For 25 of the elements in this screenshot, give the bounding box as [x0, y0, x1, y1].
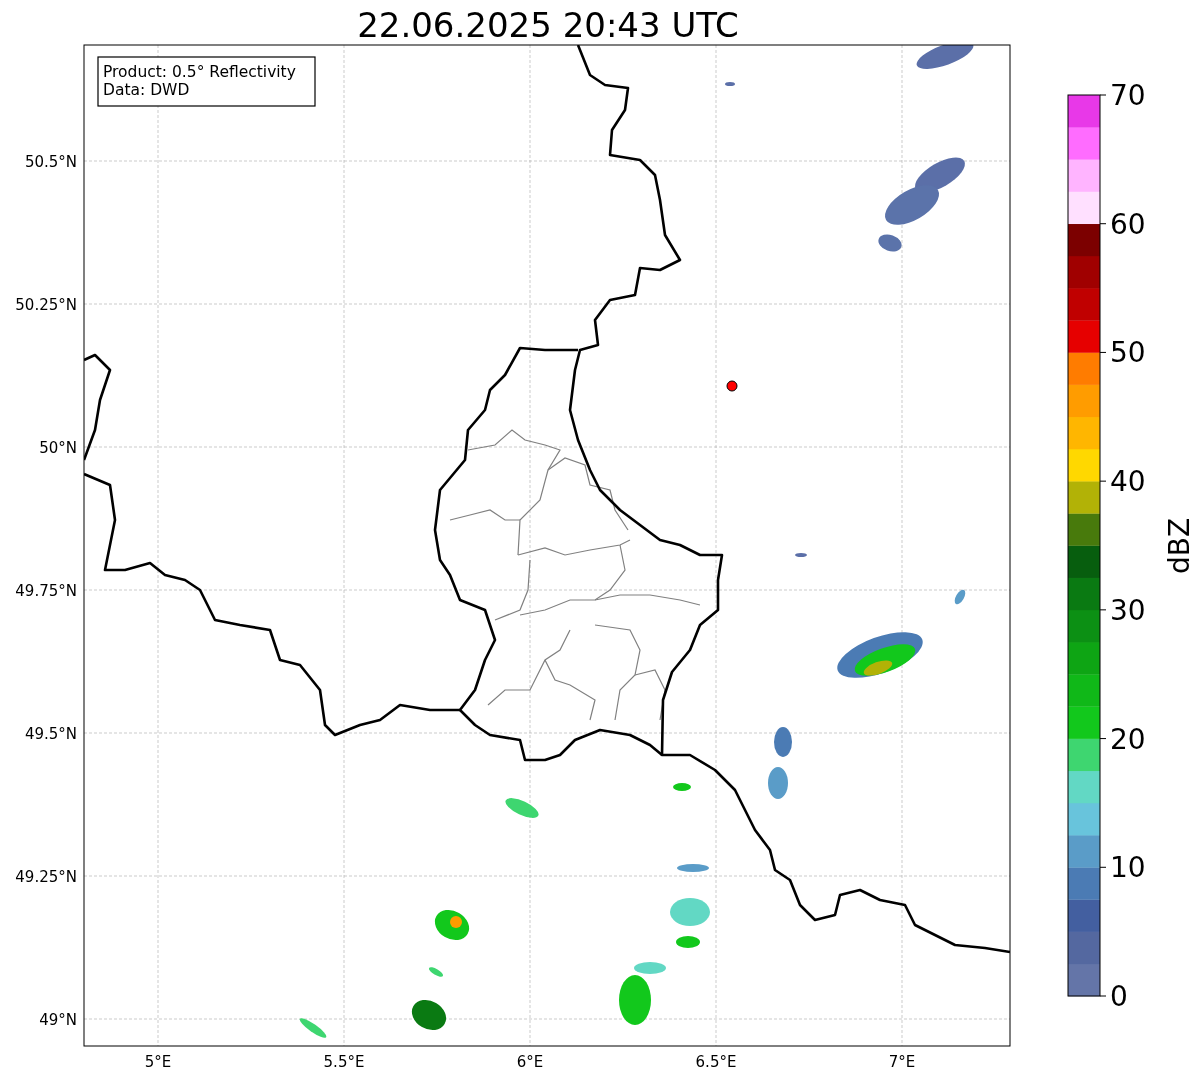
longitude-label: 5.5°E [323, 1053, 365, 1071]
info-text: Data: DWD [103, 81, 190, 99]
longitude-label: 5°E [144, 1053, 172, 1071]
colorbar-tick-label: 0 [1110, 980, 1128, 1013]
longitude-label: 6.5°E [695, 1053, 737, 1071]
latitude-label: 49.75°N [15, 582, 77, 600]
chart-title: 22.06.2025 20:43 UTC [357, 5, 739, 45]
colorbar-tick-label: 60 [1110, 207, 1146, 241]
colorbar-tick-label: 40 [1110, 465, 1146, 499]
radar-station-marker [726, 380, 738, 392]
latitude-label: 49.5°N [24, 725, 77, 743]
latitude-label: 50.25°N [15, 296, 77, 314]
latitude-label: 49°N [39, 1011, 77, 1029]
colorbar-tick-label: 30 [1110, 593, 1146, 627]
colorbar-tick-label: 10 [1110, 851, 1146, 885]
colorbar-tick-label: 20 [1110, 722, 1146, 756]
colorbar-tick-label: 50 [1110, 336, 1146, 370]
colorbar-label: dBZ [1163, 517, 1196, 575]
latitude-label: 50°N [39, 439, 77, 457]
longitude-label: 7°E [888, 1053, 916, 1071]
colorbar-tick-label: 70 [1110, 79, 1146, 112]
longitude-label: 6°E [516, 1053, 544, 1071]
latitude-label: 49.25°N [15, 868, 77, 886]
info-text: Product: 0.5° Reflectivity [103, 63, 296, 81]
latitude-label: 50.5°N [24, 153, 77, 171]
